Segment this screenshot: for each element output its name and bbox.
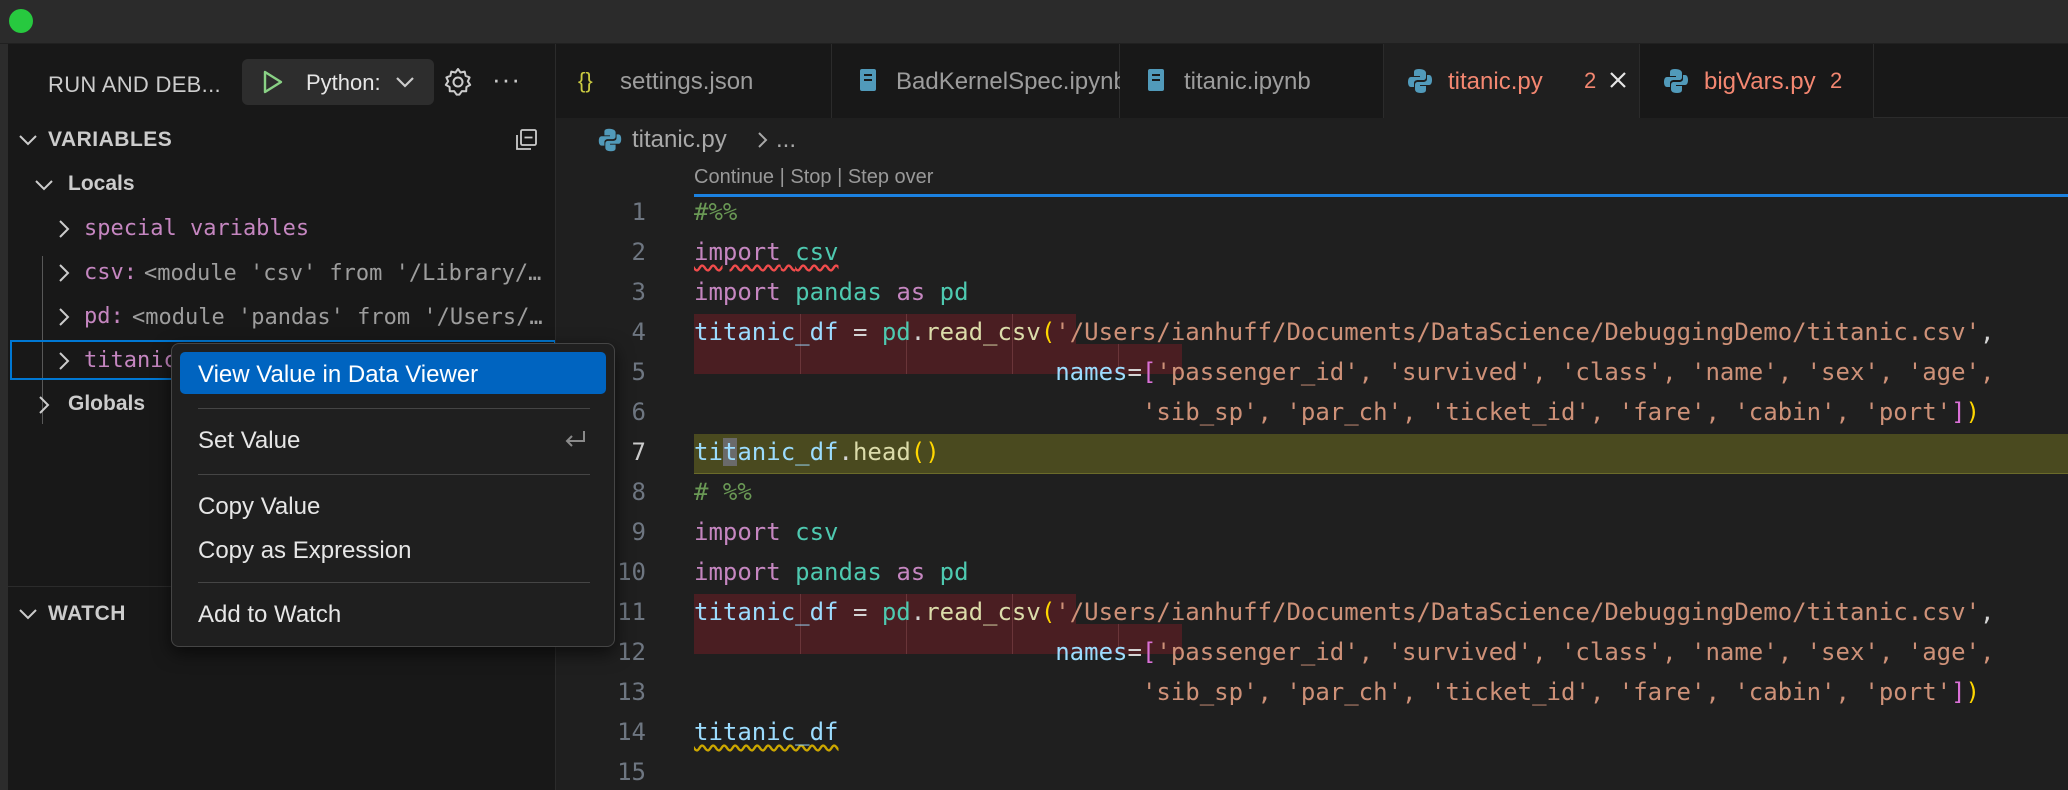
code-line: import pandas as pd: [694, 558, 969, 586]
chevron-down-icon: [35, 180, 53, 191]
locals-label: Locals: [68, 172, 135, 195]
python-icon: [1664, 69, 1688, 93]
line-number: 3: [631, 278, 646, 306]
code-line: names=['passenger_id', 'survived', 'clas…: [1055, 358, 1995, 386]
chevron-down-icon: [19, 135, 37, 146]
tab-label: titanic.py: [1448, 68, 1543, 95]
notebook-icon: [1148, 69, 1164, 91]
chevron-right-icon: [59, 264, 70, 282]
tab-label: titanic.ipynb: [1184, 68, 1311, 95]
menu-item-copy-value[interactable]: Copy Value: [180, 484, 606, 526]
variable-name: special variables: [84, 216, 310, 241]
code-line: titanic_df.head(): [694, 438, 940, 466]
play-icon[interactable]: [258, 68, 286, 96]
tab-badkernelspec-ipynb[interactable]: BadKernelSpec.ipynb: [832, 44, 1127, 118]
cell-separator: [694, 194, 2068, 197]
menu-separator: [198, 408, 590, 409]
menu-item-set-value[interactable]: Set Value: [180, 418, 606, 460]
tree-item-special-variables[interactable]: special variables: [8, 208, 555, 250]
globals-label: Globals: [68, 392, 146, 415]
menu-separator: [198, 582, 590, 583]
gear-icon[interactable]: [442, 66, 474, 98]
line-number: 14: [617, 718, 646, 746]
tab-titanic-py[interactable]: titanic.py 2: [1384, 44, 1640, 118]
variables-header-label: VARIABLES: [48, 128, 173, 151]
tab-settings-json[interactable]: {} settings.json: [556, 44, 832, 118]
menu-item-copy-as-expression[interactable]: Copy as Expression: [180, 528, 606, 570]
enter-key-icon: [565, 431, 585, 447]
variables-section-header[interactable]: VARIABLES: [8, 120, 555, 160]
chevron-right-icon: [59, 220, 70, 238]
code-line: 'sib_sp', 'par_ch', 'ticket_id', 'fare',…: [1141, 678, 1980, 706]
code-line: import csv: [694, 238, 839, 266]
line-number: 15: [617, 758, 646, 786]
more-actions-icon[interactable]: ···: [492, 64, 521, 94]
debug-toolbar: RUN AND DEB... Python: ···: [8, 44, 555, 122]
tab-label: settings.json: [620, 68, 754, 95]
code-line: 'sib_sp', 'par_ch', 'ticket_id', 'fare',…: [1141, 398, 1980, 426]
debug-view-title: RUN AND DEB...: [48, 72, 221, 97]
tab-bigvars-py[interactable]: bigVars.py 2: [1640, 44, 1874, 118]
python-icon: [598, 128, 622, 152]
chevron-right-icon: [59, 308, 70, 326]
problems-badge: 2: [1584, 68, 1597, 93]
code-editor[interactable]: Continue | Stop | Step over 1 2 3 4 5 6 …: [556, 164, 2068, 790]
menu-item-add-to-watch[interactable]: Add to Watch: [180, 592, 606, 634]
tab-titanic-ipynb[interactable]: titanic.ipynb: [1120, 44, 1384, 118]
python-icon: [1408, 69, 1432, 93]
tree-item-csv[interactable]: csv: <module 'csv' from '/Library/…: [8, 252, 555, 294]
chevron-down-icon: [19, 609, 37, 620]
menu-item-view-in-data-viewer[interactable]: View Value in Data Viewer: [180, 352, 606, 394]
code-line: import csv: [694, 518, 839, 546]
code-line: #%%: [694, 198, 738, 226]
watch-header-label: WATCH: [48, 602, 126, 625]
line-number: 4: [631, 318, 646, 346]
line-number: 13: [617, 678, 646, 706]
variable-name: csv:: [84, 260, 137, 285]
close-icon[interactable]: [1606, 68, 1630, 92]
code-line: # %%: [694, 478, 752, 506]
debug-codelens[interactable]: Continue | Stop | Step over: [694, 166, 933, 189]
collapse-all-icon[interactable]: [512, 126, 540, 154]
variable-value: <module 'csv' from '/Library/…: [144, 261, 542, 286]
breadcrumb: titanic.py ...: [556, 118, 2068, 164]
tree-item-locals[interactable]: Locals: [8, 164, 555, 206]
tab-label: BadKernelSpec.ipynb: [896, 68, 1127, 95]
chevron-down-icon: [396, 77, 414, 88]
text-cursor: t: [722, 438, 738, 466]
code-line: titanic_df: [694, 718, 839, 746]
chevron-right-icon: [758, 132, 768, 148]
json-icon: {}: [578, 68, 593, 93]
variable-name: pd:: [84, 304, 124, 329]
window-maximize-button[interactable]: [9, 9, 33, 33]
context-menu: View Value in Data Viewer Set Value Copy…: [171, 343, 615, 647]
variable-value: <module 'pandas' from '/Users/…: [132, 305, 543, 330]
launch-config-dropdown[interactable]: Python:: [242, 59, 434, 105]
problems-badge: 2: [1830, 68, 1843, 93]
title-bar: [0, 0, 2068, 44]
notebook-icon: [860, 69, 876, 91]
editor-tabs: {} settings.json BadKernelSpec.ipynb tit…: [556, 44, 2068, 118]
chevron-right-icon: [39, 396, 50, 414]
code-line: titanic_df = pd.read_csv('/Users/ianhuff…: [694, 318, 1995, 346]
line-number: 2: [631, 238, 646, 266]
breadcrumb-file[interactable]: titanic.py: [632, 126, 727, 154]
breadcrumb-symbols[interactable]: ...: [776, 126, 796, 154]
line-number: 1: [631, 198, 646, 226]
tree-item-pd[interactable]: pd: <module 'pandas' from '/Users/…: [8, 296, 555, 338]
activity-bar-edge: [0, 44, 8, 790]
code-line: names=['passenger_id', 'survived', 'clas…: [1055, 638, 1995, 666]
launch-config-label: Python:: [306, 70, 381, 95]
code-line: titanic_df = pd.read_csv('/Users/ianhuff…: [694, 598, 1995, 626]
code-line: import pandas as pd: [694, 278, 969, 306]
menu-separator: [198, 474, 590, 475]
tab-label: bigVars.py: [1704, 68, 1816, 95]
